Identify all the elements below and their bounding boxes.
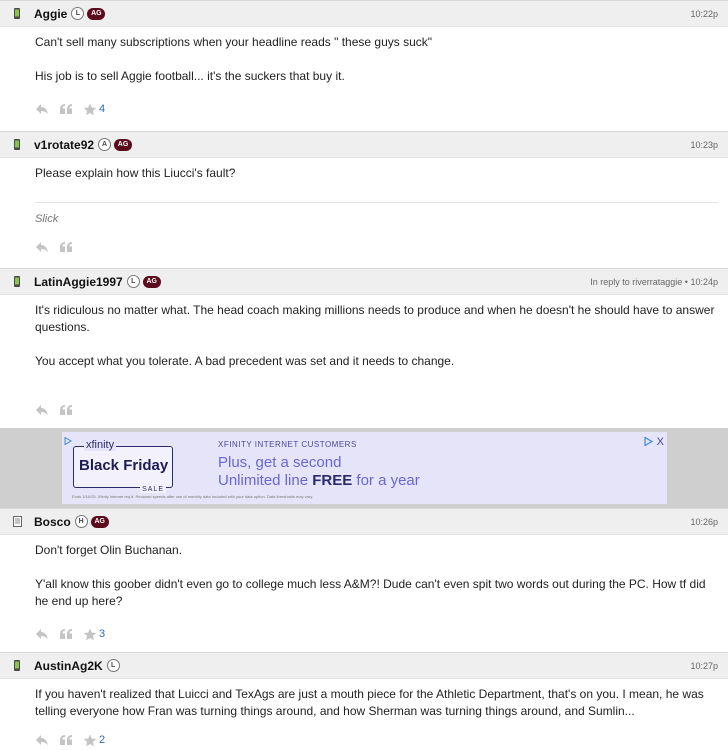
post-header: v1rotate92 A AG 10:23p (0, 132, 728, 158)
phone-icon (12, 275, 22, 288)
team-badge: AG (90, 515, 109, 528)
quote-icon[interactable] (59, 103, 73, 115)
reply-arrow-icon[interactable] (35, 404, 49, 416)
team-badge: AG (87, 7, 106, 20)
post-header: LatinAggie1997 L AG In reply to riverrat… (0, 269, 728, 295)
member-badge: L (126, 275, 140, 288)
reply-arrow-icon[interactable] (35, 103, 49, 115)
quote-icon[interactable] (59, 734, 73, 746)
quote-icon[interactable] (59, 241, 73, 253)
post-body: Please explain how this Liucci's fault? … (0, 158, 728, 225)
username[interactable]: v1rotate92 (34, 138, 94, 152)
reply-arrow-icon[interactable] (35, 628, 49, 640)
post-actions: 3 (0, 624, 728, 644)
ad-logo: xfinity (84, 439, 117, 451)
member-badge: L (71, 7, 85, 20)
post-actions (0, 400, 728, 420)
ad-headline: Black Friday (79, 457, 169, 474)
timestamp[interactable]: 10:27p (690, 661, 718, 671)
ad-banner-row: xfinity Black Friday SALE XFINITY INTERN… (0, 428, 728, 508)
star-count[interactable]: 2 (99, 734, 105, 746)
timestamp[interactable]: 10:23p (690, 140, 718, 150)
post-actions (0, 237, 728, 257)
post-bosco: Bosco H AG 10:26p Don't forget Olin Buch… (0, 508, 728, 652)
post-body: Don't forget Olin Buchanan. Y'all know t… (0, 535, 728, 610)
team-badge: AG (114, 138, 133, 151)
ad-info-icon[interactable] (644, 435, 653, 449)
phone-icon (12, 138, 22, 151)
post-text: You accept what you tolerate. A bad prec… (35, 354, 455, 368)
star-count[interactable]: 4 (99, 103, 105, 115)
post-body: Can't sell many subscriptions when your … (0, 27, 728, 85)
username[interactable]: LatinAggie1997 (34, 275, 123, 289)
post-text: Y'all know this goober didn't even go to… (35, 577, 706, 608)
ad-banner[interactable]: xfinity Black Friday SALE XFINITY INTERN… (62, 432, 667, 504)
phone-icon (12, 7, 22, 20)
post-austinag2k: AustinAg2K L 10:27p If you haven't reali… (0, 652, 728, 750)
timestamp[interactable]: 10:22p (690, 9, 718, 19)
ad-eyebrow: XFINITY INTERNET CUSTOMERS (218, 440, 357, 449)
post-text: If you haven't realized that Luicci and … (35, 687, 704, 718)
post-v1rotate92: v1rotate92 A AG 10:23p Please explain ho… (0, 131, 728, 268)
post-text: Please explain how this Liucci's fault? (35, 166, 236, 180)
phone-icon (12, 659, 22, 672)
timestamp[interactable]: 10:26p (690, 517, 718, 527)
post-aggie: Aggie L AG 10:22p Can't sell many subscr… (0, 0, 728, 131)
signature: Slick (35, 213, 59, 225)
member-badge: A (98, 138, 112, 151)
member-badge: H (74, 515, 88, 528)
ad-choices-icon[interactable] (64, 434, 72, 448)
ad-fine-print: Ends 1/10/25. Xfinity Internet req'd. Re… (72, 494, 314, 499)
star-count[interactable]: 3 (99, 628, 105, 640)
ad-logo-box: xfinity Black Friday SALE (73, 439, 173, 493)
post-actions: 2 (0, 730, 728, 750)
reply-to-link[interactable]: In reply to riverrataggie • 10:24p (590, 277, 718, 287)
username[interactable]: AustinAg2K (34, 659, 103, 673)
signature-divider (35, 202, 718, 203)
ad-close[interactable]: X (644, 435, 664, 449)
username[interactable]: Aggie (34, 7, 67, 21)
star-icon[interactable] (83, 103, 97, 116)
post-body: It's ridiculous no matter what. The head… (0, 295, 728, 370)
post-actions: 4 (0, 99, 728, 119)
reply-arrow-icon[interactable] (35, 734, 49, 746)
post-body: If you haven't realized that Luicci and … (0, 679, 728, 720)
post-header: Aggie L AG 10:22p (0, 1, 728, 27)
ad-line-1: Plus, get a second (218, 454, 342, 471)
post-header: AustinAg2K L 10:27p (0, 653, 728, 679)
post-text: It's ridiculous no matter what. The head… (35, 303, 715, 334)
post-text: Can't sell many subscriptions when your … (35, 35, 433, 49)
close-icon[interactable]: X (657, 437, 664, 448)
ad-sale: SALE (140, 486, 166, 493)
star-icon[interactable] (83, 734, 97, 747)
document-icon (12, 515, 22, 528)
post-header: Bosco H AG 10:26p (0, 509, 728, 535)
ad-line-2: Unlimited line FREE for a year (218, 472, 420, 489)
reply-arrow-icon[interactable] (35, 241, 49, 253)
quote-icon[interactable] (59, 628, 73, 640)
post-text: His job is to sell Aggie football... it'… (35, 69, 345, 83)
quote-icon[interactable] (59, 404, 73, 416)
post-latinaggie1997: LatinAggie1997 L AG In reply to riverrat… (0, 268, 728, 428)
star-icon[interactable] (83, 628, 97, 641)
post-text: Don't forget Olin Buchanan. (35, 543, 183, 557)
member-badge: L (106, 659, 120, 672)
username[interactable]: Bosco (34, 515, 71, 529)
team-badge: AG (142, 275, 161, 288)
